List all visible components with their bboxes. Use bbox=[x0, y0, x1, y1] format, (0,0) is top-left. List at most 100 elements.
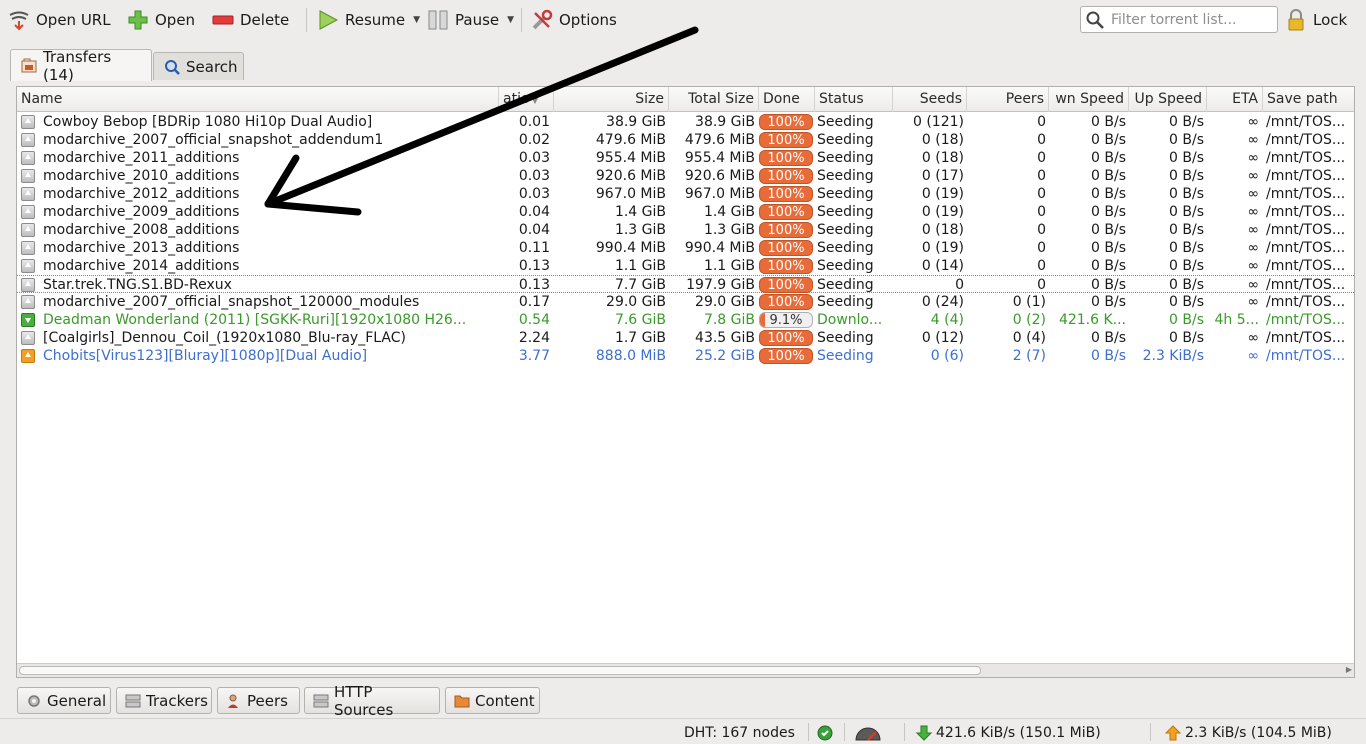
col-seeds[interactable]: Seeds bbox=[893, 87, 967, 112]
cell-ratio: 0.04 bbox=[518, 204, 550, 220]
col-name[interactable]: Name bbox=[17, 87, 499, 112]
progress-bar: 100% bbox=[759, 222, 813, 238]
table-row[interactable]: modarchive_2008_additions 0.04 1.3 GiB 1.3 … bbox=[17, 221, 1354, 239]
col-size-label: Size bbox=[635, 91, 664, 107]
table-row[interactable]: modarchive_2014_additions 0.13 1.1 GiB 1.1 … bbox=[17, 257, 1354, 275]
col-status-label: Status bbox=[819, 91, 864, 107]
col-done[interactable]: Done bbox=[759, 87, 815, 112]
table-row[interactable]: modarchive_2010_additions 0.03 920.6 MiB 92… bbox=[17, 167, 1354, 185]
chevron-down-icon[interactable]: ▼ bbox=[507, 15, 514, 25]
table-row[interactable]: modarchive_2013_additions 0.11 990.4 MiB 99… bbox=[17, 239, 1354, 257]
server-icon bbox=[313, 693, 329, 709]
tab-content[interactable]: Content bbox=[445, 687, 540, 714]
open-url-button[interactable]: Open URL bbox=[8, 6, 111, 34]
open-button[interactable]: Open bbox=[127, 6, 195, 34]
table-row[interactable]: modarchive_2007_official_snapshot_120000… bbox=[17, 293, 1354, 311]
cell-status: Downlo... bbox=[817, 312, 883, 328]
cell-peers: 0 bbox=[1037, 186, 1046, 202]
col-up-speed[interactable]: Up Speed bbox=[1129, 87, 1207, 112]
cell-up: 0 B/s bbox=[1169, 132, 1204, 148]
cell-up: 0 B/s bbox=[1169, 277, 1204, 293]
cell-total: 990.4 MiB bbox=[684, 240, 755, 256]
lock-button[interactable]: Lock bbox=[1285, 6, 1347, 34]
progress-label: 100% bbox=[767, 349, 805, 364]
tab-peers[interactable]: Peers bbox=[217, 687, 300, 714]
progress-bar: 100% bbox=[759, 114, 813, 130]
cell-status: Seeding bbox=[817, 330, 874, 346]
table-row[interactable]: modarchive_2009_additions 0.04 1.4 GiB 1.4 … bbox=[17, 203, 1354, 221]
scroll-right-icon[interactable]: ▶ bbox=[1346, 665, 1352, 674]
cell-name: modarchive_2008_additions bbox=[43, 222, 240, 238]
chevron-down-icon[interactable]: ▼ bbox=[413, 15, 420, 25]
col-eta[interactable]: ETA bbox=[1207, 87, 1263, 112]
col-up-speed-label: Up Speed bbox=[1134, 91, 1202, 107]
cell-total: 920.6 MiB bbox=[684, 168, 755, 184]
cell-name: Cowboy Bebop [BDRip 1080 Hi10p Dual Audi… bbox=[43, 114, 373, 130]
delete-button[interactable]: Delete bbox=[212, 6, 289, 34]
tab-trackers[interactable]: Trackers bbox=[116, 687, 212, 714]
table-row[interactable]: modarchive_2011_additions 0.03 955.4 MiB 95… bbox=[17, 149, 1354, 167]
cell-ratio: 0.17 bbox=[518, 294, 550, 310]
pause-button[interactable]: Pause ▼ bbox=[427, 6, 514, 34]
progress-bar: 100% bbox=[759, 240, 813, 256]
cell-status: Seeding bbox=[817, 222, 874, 238]
upload-speed-label: 2.3 KiB/s (104.5 MiB) bbox=[1185, 725, 1332, 741]
cell-seeds: 0 (19) bbox=[921, 240, 964, 256]
connection-icon bbox=[817, 725, 833, 741]
table-row[interactable]: modarchive_2012_additions 0.03 967.0 MiB 96… bbox=[17, 185, 1354, 203]
col-save-path[interactable]: Save path bbox=[1263, 87, 1354, 112]
horizontal-scrollbar[interactable]: ◀ ▶ bbox=[17, 663, 1354, 677]
cell-up: 0 B/s bbox=[1169, 330, 1204, 346]
col-down-speed[interactable]: wn Speed bbox=[1049, 87, 1129, 112]
col-peers[interactable]: Peers bbox=[967, 87, 1049, 112]
cell-path: /mnt/TOS... bbox=[1266, 132, 1346, 148]
cell-status: Seeding bbox=[817, 258, 874, 274]
cell-eta: ∞ bbox=[1247, 168, 1259, 184]
cell-name: modarchive_2011_additions bbox=[43, 150, 240, 166]
table-row[interactable]: Cowboy Bebop [BDRip 1080 Hi10p Dual Audi… bbox=[17, 113, 1354, 131]
tab-http-sources[interactable]: HTTP Sources bbox=[304, 683, 440, 719]
tab-search[interactable]: Search bbox=[153, 52, 244, 80]
cell-name: modarchive_2009_additions bbox=[43, 204, 240, 220]
tab-general[interactable]: General bbox=[17, 687, 111, 714]
table-row[interactable]: Star.trek.TNG.S1.BD-Rexux 0.13 7.7 GiB 197.… bbox=[17, 275, 1354, 293]
table-row[interactable]: modarchive_2007_official_snapshot_addend… bbox=[17, 131, 1354, 149]
col-ratio[interactable]: atio ▼ bbox=[499, 87, 554, 112]
cell-up: 0 B/s bbox=[1169, 150, 1204, 166]
cell-up: 0 B/s bbox=[1169, 222, 1204, 238]
filter-box bbox=[1080, 6, 1278, 33]
open-label: Open bbox=[155, 11, 196, 29]
table-row[interactable]: [Coalgirls]_Dennou_Coil_(1920x1080_Blu-r… bbox=[17, 329, 1354, 347]
cell-down: 0 B/s bbox=[1091, 348, 1126, 364]
progress-label: 100% bbox=[767, 187, 805, 202]
cell-ratio: 0.03 bbox=[518, 150, 550, 166]
cell-ratio: 0.01 bbox=[518, 114, 550, 130]
cell-seeds: 0 (19) bbox=[921, 204, 964, 220]
col-status[interactable]: Status bbox=[815, 87, 893, 112]
cell-status: Seeding bbox=[817, 294, 874, 310]
cell-up: 0 B/s bbox=[1169, 258, 1204, 274]
scrollbar-thumb[interactable] bbox=[19, 666, 981, 675]
progress-label: 100% bbox=[767, 205, 805, 220]
cell-down: 0 B/s bbox=[1091, 294, 1126, 310]
table-row[interactable]: Chobits[Virus123][Bluray][1080p][Dual Au… bbox=[17, 347, 1354, 365]
cell-total: 7.8 GiB bbox=[703, 312, 755, 328]
cell-size: 7.6 GiB bbox=[614, 312, 666, 328]
progress-bar: 100% bbox=[759, 277, 813, 293]
table-row[interactable]: Deadman Wonderland (2011) [SGKK-Ruri][19… bbox=[17, 311, 1354, 329]
filter-input[interactable] bbox=[1111, 11, 1271, 28]
col-size[interactable]: Size bbox=[554, 87, 669, 112]
progress-label: 100% bbox=[767, 169, 805, 184]
tab-transfers[interactable]: Transfers (14) bbox=[10, 48, 152, 84]
seeding-icon bbox=[21, 133, 35, 147]
options-button[interactable]: Options bbox=[531, 6, 617, 34]
cell-down: 0 B/s bbox=[1091, 186, 1126, 202]
speed-limit-toggle[interactable] bbox=[854, 723, 882, 743]
progress-label: 100% bbox=[767, 115, 805, 130]
cell-up: 2.3 KiB/s bbox=[1142, 348, 1204, 364]
cell-path: /mnt/TOS... bbox=[1266, 277, 1346, 293]
resume-button[interactable]: Resume ▼ bbox=[317, 6, 420, 34]
upload-speed-status: 2.3 KiB/s (104.5 MiB) bbox=[1164, 723, 1332, 743]
cell-eta: 4h 5... bbox=[1214, 312, 1260, 328]
col-total-size[interactable]: Total Size bbox=[669, 87, 759, 112]
